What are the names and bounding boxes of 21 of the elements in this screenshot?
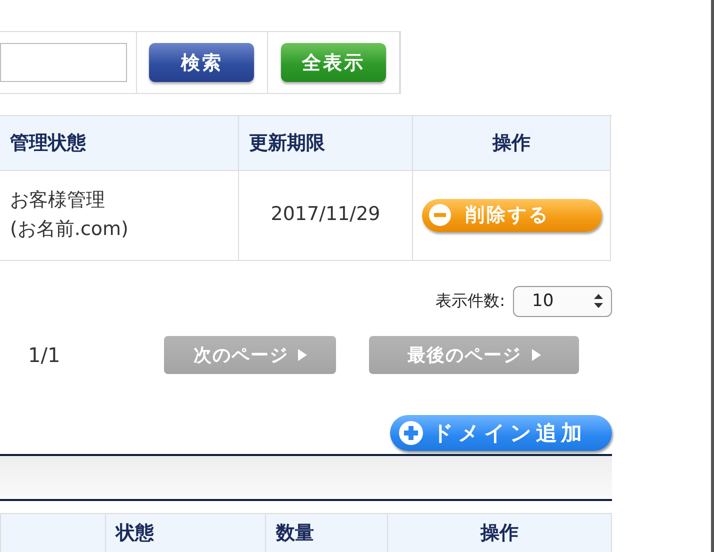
delete-button[interactable]: 削除する xyxy=(422,198,602,232)
search-field[interactable] xyxy=(0,43,126,82)
plus-icon xyxy=(398,420,424,446)
show-all-button[interactable]: 全表示 xyxy=(280,43,386,82)
column-header: 操作 xyxy=(387,514,612,552)
per-page-label: 表示件数: xyxy=(436,290,505,312)
column-header: 数量 xyxy=(265,514,387,552)
page-count: 1/1 xyxy=(28,342,62,366)
play-icon xyxy=(532,348,541,360)
table-cell: 2017/11/29 xyxy=(239,170,413,260)
column-header: 操作 xyxy=(413,116,611,170)
column-header: 更新期限 xyxy=(239,116,413,170)
column-header: 管理状態 xyxy=(0,116,239,170)
table-cell: お客様管理 (お名前.com) xyxy=(0,170,239,260)
play-icon xyxy=(298,348,308,360)
column-header: 状態 xyxy=(105,514,265,552)
per-page-select[interactable]: 10 xyxy=(513,286,612,316)
updown-icon xyxy=(594,294,603,308)
add-domain-button[interactable]: ドメイン追加 xyxy=(390,414,612,450)
search-button[interactable]: 検索 xyxy=(149,43,254,82)
minus-icon xyxy=(428,203,452,227)
